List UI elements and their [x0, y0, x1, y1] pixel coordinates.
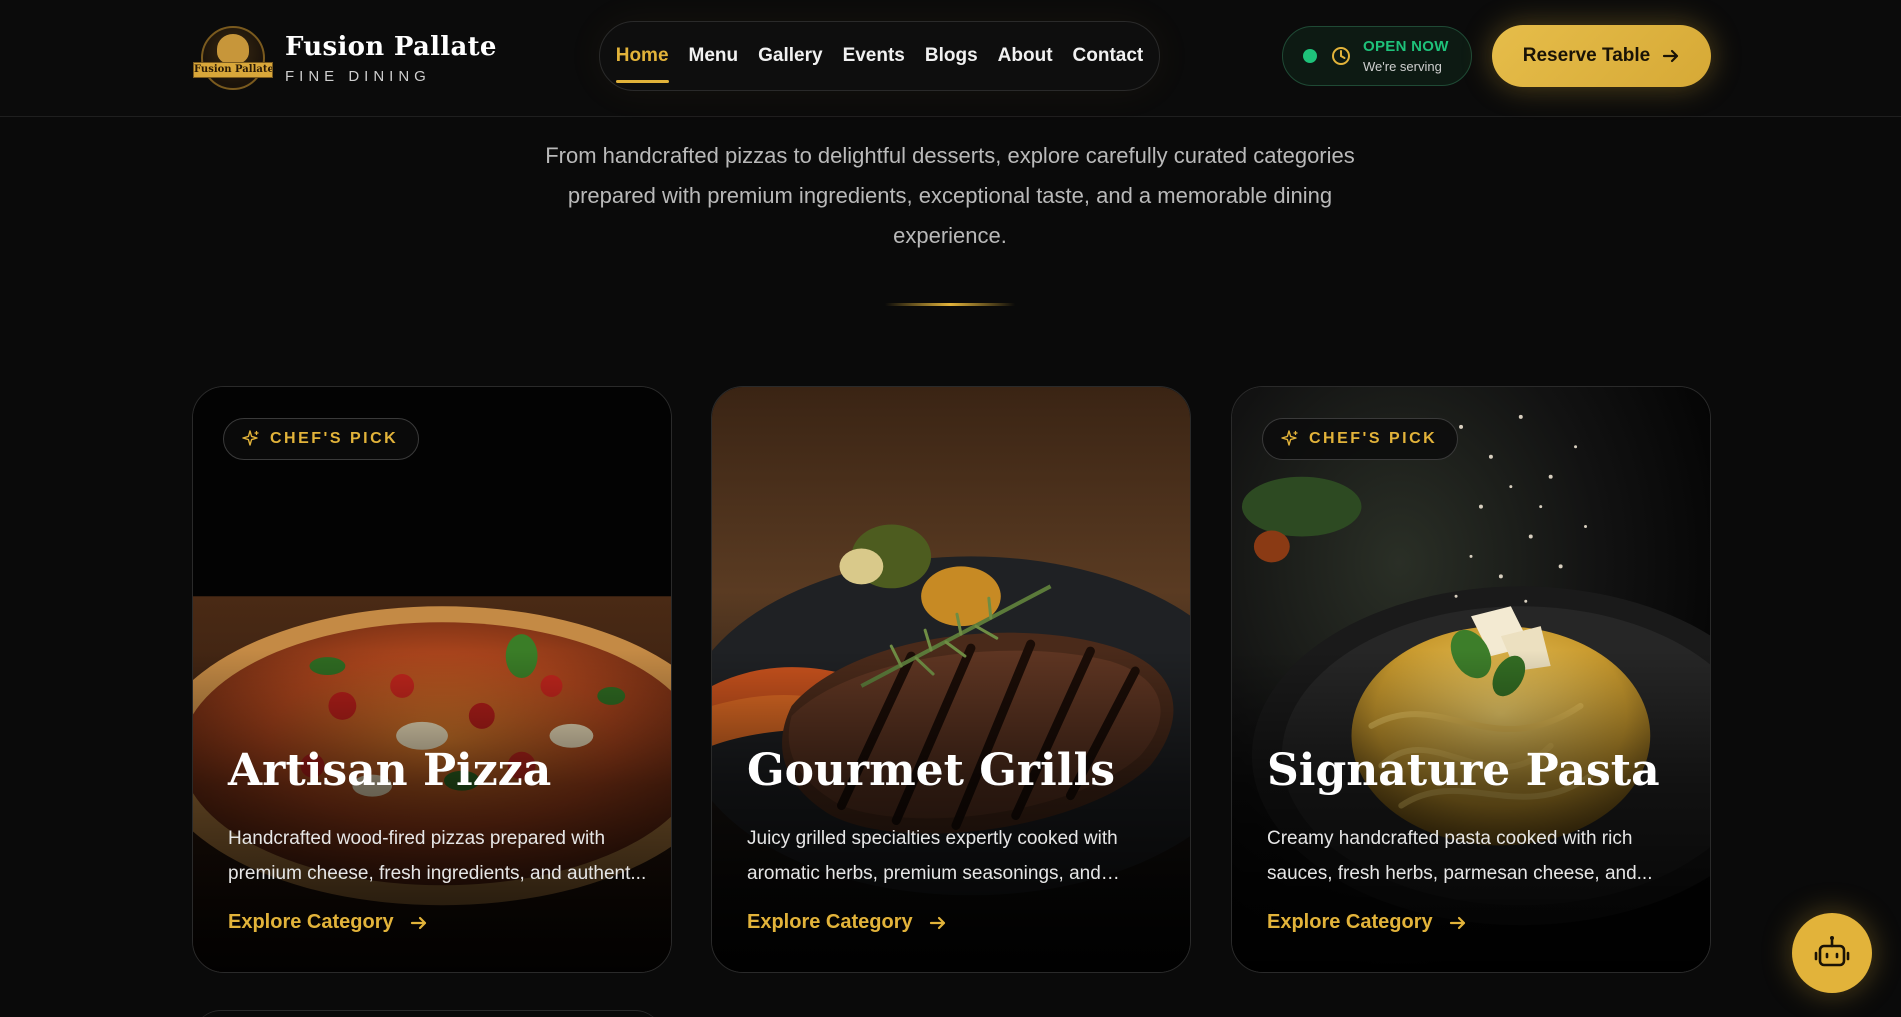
- badge-label: CHEF'S PICK: [270, 430, 399, 447]
- arrow-right-icon: [929, 916, 945, 929]
- section-divider: [885, 303, 1015, 306]
- category-card-pizza[interactable]: CHEF'S PICK Artisan Pizza Handcrafted wo…: [192, 386, 672, 973]
- open-status-badge: OPEN NOW We're serving: [1282, 26, 1472, 86]
- nav-gallery[interactable]: Gallery: [758, 39, 822, 73]
- logo-ribbon: Fusion Pallate: [193, 62, 273, 78]
- chefs-pick-badge: CHEF'S PICK: [223, 418, 420, 460]
- chef-icon: [217, 34, 249, 64]
- explore-category-link[interactable]: Explore Category: [1267, 911, 1467, 934]
- clock-icon: [1332, 47, 1350, 65]
- card-description: Creamy handcrafted pasta cooked with ric…: [1267, 828, 1653, 884]
- section-intro: From handcrafted pizzas to delightful de…: [545, 143, 1355, 248]
- reserve-table-button[interactable]: Reserve Table: [1492, 25, 1711, 87]
- card-title: Artisan Pizza: [228, 745, 552, 796]
- arrow-right-icon: [1449, 916, 1465, 929]
- chefs-pick-badge: CHEF'S PICK: [1262, 418, 1459, 460]
- status-dot-icon: [1303, 49, 1317, 63]
- explore-category-label: Explore Category: [1267, 911, 1433, 933]
- brand[interactable]: Fusion Pallate Fusion Pallate FINE DININ…: [193, 24, 497, 92]
- card-title: Gourmet Grills: [747, 745, 1115, 796]
- restaurant-logo: Fusion Pallate: [193, 24, 273, 92]
- card-description: Handcrafted wood-fired pizzas prepared w…: [228, 828, 647, 884]
- arrow-right-icon: [410, 916, 426, 929]
- chatbot-button[interactable]: [1792, 913, 1872, 993]
- explore-category-label: Explore Category: [747, 911, 913, 933]
- sparkle-icon: [1281, 430, 1298, 446]
- badge-label: CHEF'S PICK: [1309, 430, 1438, 447]
- brand-subtitle: FINE DINING: [285, 67, 431, 85]
- explore-category-link[interactable]: Explore Category: [228, 911, 428, 934]
- status-subtitle: We're serving: [1363, 59, 1442, 74]
- arrow-right-icon: [1663, 49, 1679, 63]
- nav-about[interactable]: About: [998, 39, 1053, 73]
- status-title: OPEN NOW: [1363, 38, 1449, 55]
- category-card-grills[interactable]: Gourmet Grills Juicy grilled specialties…: [711, 386, 1191, 973]
- nav-menu[interactable]: Menu: [689, 39, 739, 73]
- brand-name: Fusion Pallate: [285, 31, 497, 62]
- card-title: Signature Pasta: [1267, 745, 1660, 796]
- nav-home[interactable]: Home: [615, 39, 669, 83]
- sparkle-icon: [242, 430, 259, 446]
- robot-icon: [1814, 936, 1850, 967]
- reserve-table-label: Reserve Table: [1522, 45, 1651, 66]
- explore-category-link[interactable]: Explore Category: [747, 911, 947, 934]
- card-description: Juicy grilled specialties expertly cooke…: [747, 828, 1118, 884]
- main-nav: Home Menu Gallery Events Blogs About Con…: [599, 21, 1160, 91]
- category-card-pasta[interactable]: CHEF'S PICK Signature Pasta Creamy handc…: [1231, 386, 1711, 973]
- nav-blogs[interactable]: Blogs: [925, 39, 978, 73]
- nav-events[interactable]: Events: [843, 39, 905, 73]
- site-header: Fusion Pallate Fusion Pallate FINE DININ…: [0, 0, 1901, 117]
- next-card-edge: [193, 1010, 663, 1017]
- nav-contact[interactable]: Contact: [1073, 39, 1144, 73]
- explore-category-label: Explore Category: [228, 911, 394, 933]
